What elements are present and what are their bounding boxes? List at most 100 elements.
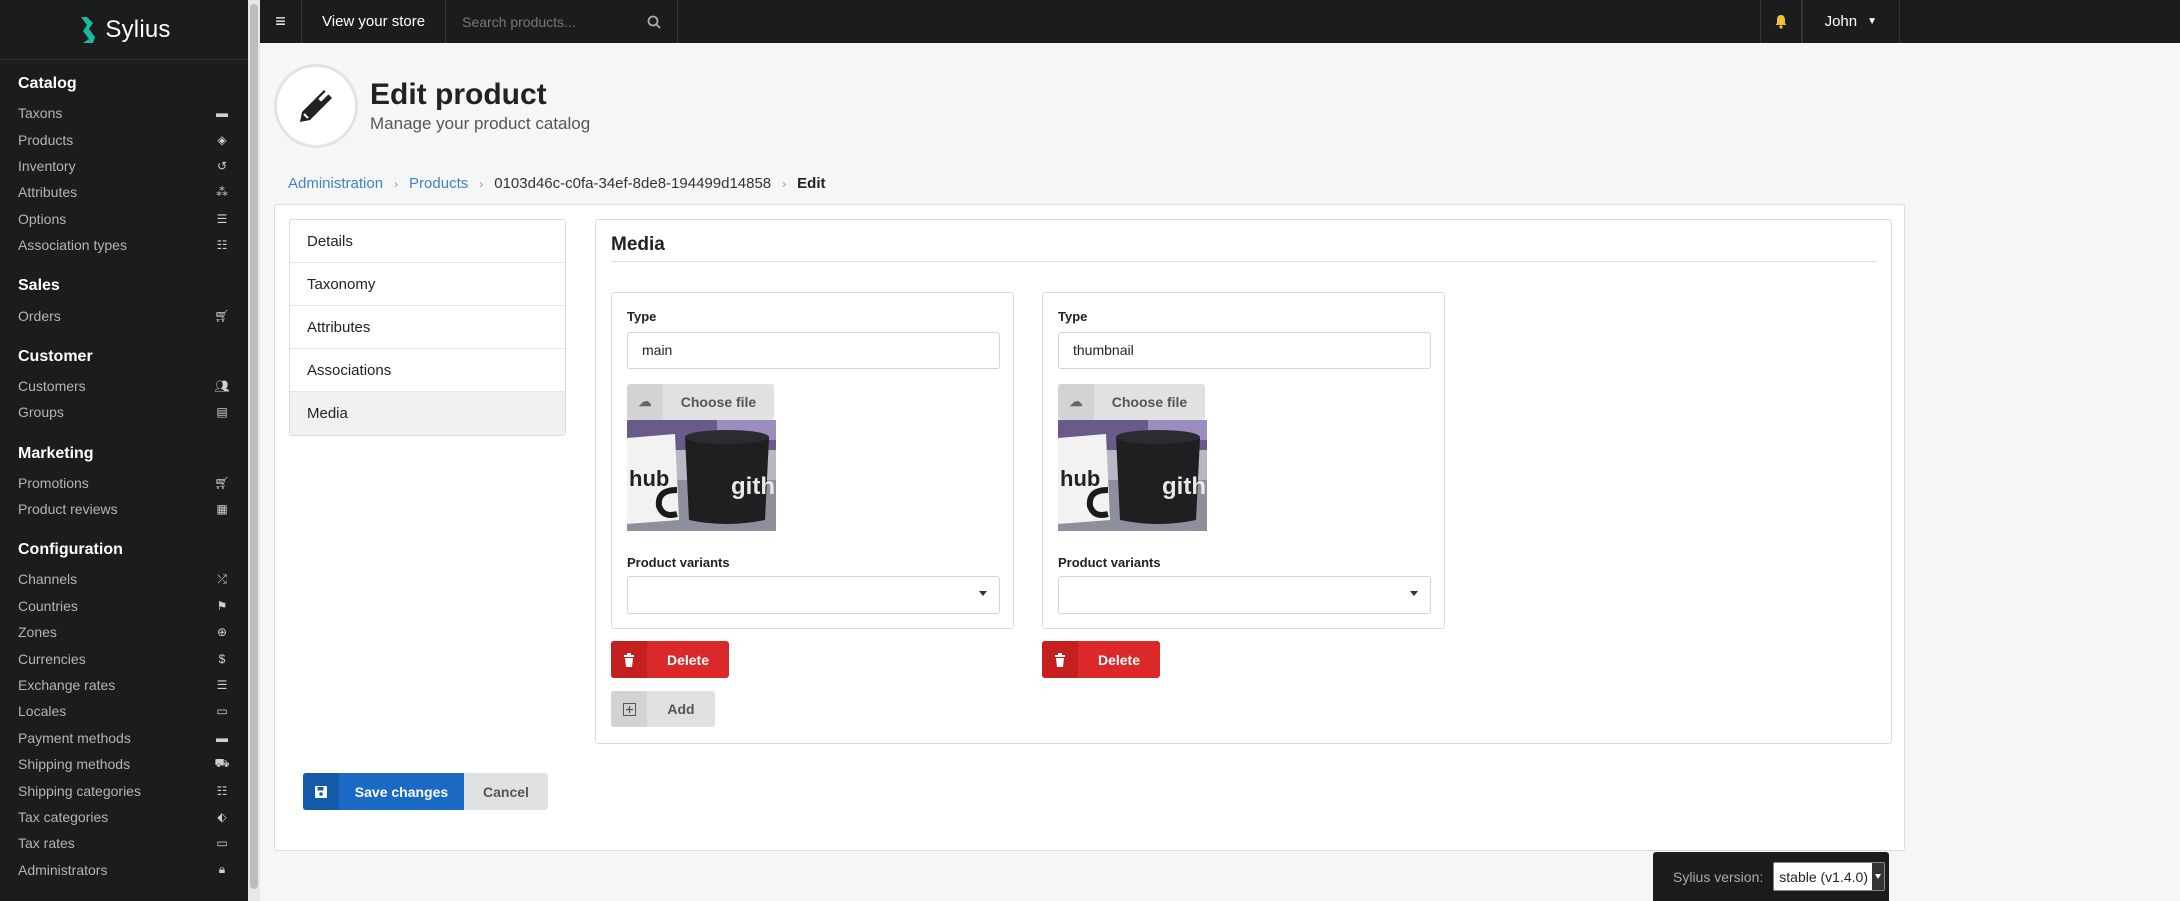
scrollbar-thumb[interactable] <box>250 4 258 889</box>
sidebar-item-product-reviews[interactable]: Product reviews ▦ <box>18 496 230 522</box>
logo[interactable]: Sylius <box>0 0 248 60</box>
sliders-icon: ☰ <box>216 678 228 693</box>
choose-file-button[interactable]: ☁ Choose file <box>1058 384 1205 420</box>
product-variants-select[interactable] <box>627 576 1000 614</box>
sidebar-item-countries[interactable]: Countries ⚑ <box>18 593 230 619</box>
trash-icon <box>611 641 647 678</box>
type-label: Type <box>1058 309 1088 324</box>
sidebar-item-customers[interactable]: Customers 👥︎ <box>18 373 230 399</box>
cloud-upload-icon: ☁ <box>1058 384 1094 420</box>
sidebar-item-label: Countries <box>18 597 78 614</box>
product-form: Details Taxonomy Attributes Associations… <box>274 204 1905 851</box>
newspaper-icon: ▦ <box>216 502 228 517</box>
sidebar-item-label: Groups <box>18 404 64 421</box>
delete-image-button[interactable]: Delete <box>1042 641 1160 678</box>
sidebar-item-payment-methods[interactable]: Payment methods ▬ <box>18 725 230 751</box>
sidebar-item-locales[interactable]: Locales ▭ <box>18 698 230 724</box>
sidebar-menu: Catalog Taxons ▬ Products ◈ Inventory ↺ Att… <box>0 72 248 883</box>
sidebar-item-products[interactable]: Products ◈ <box>18 126 230 152</box>
sidebar-scrollbar[interactable] <box>248 0 260 901</box>
tab-taxonomy[interactable]: Taxonomy <box>290 263 565 306</box>
search-input[interactable]: Search products... <box>446 0 679 43</box>
dollar-icon: $ <box>218 651 226 666</box>
sidebar-item-exchange-rates[interactable]: Exchange rates ☰ <box>18 672 230 698</box>
breadcrumb-products[interactable]: Products <box>409 175 468 192</box>
menu-toggle-icon[interactable]: ≡ <box>260 0 302 43</box>
choose-file-button[interactable]: ☁ Choose file <box>627 384 774 420</box>
money-icon: ▭ <box>216 836 228 851</box>
media-panel: Media Type main ☁ Choose file hub gith P… <box>595 219 1892 744</box>
cancel-button[interactable]: Cancel <box>464 773 548 810</box>
product-variants-select[interactable] <box>1058 576 1431 614</box>
section-customer: Customer <box>18 347 93 365</box>
list-icon: ☷ <box>216 783 228 798</box>
view-store-link[interactable]: View your store <box>302 0 447 43</box>
sidebar-item-label: Shipping categories <box>18 782 141 799</box>
media-title: Media <box>611 234 665 255</box>
sidebar-item-options[interactable]: Options ☰ <box>18 206 230 232</box>
sidebar-item-groups[interactable]: Groups ▤ <box>18 399 230 425</box>
tab-attributes[interactable]: Attributes <box>290 306 565 349</box>
form-tabs: Details Taxonomy Attributes Associations… <box>289 219 566 436</box>
random-icon: ⤮ <box>217 571 227 586</box>
save-label: Save changes <box>354 783 449 800</box>
search-placeholder: Search products... <box>462 13 576 30</box>
sidebar-item-zones[interactable]: Zones ⊕ <box>18 619 230 645</box>
sidebar-item-administrators[interactable]: Administrators 🔒︎ <box>18 857 230 883</box>
topbar-right: John ▼ <box>1759 0 1900 43</box>
type-input[interactable]: thumbnail <box>1058 332 1431 369</box>
page-title: Edit product <box>370 78 547 111</box>
breadcrumb-administration[interactable]: Administration <box>288 175 383 192</box>
svg-text:gith: gith <box>731 473 775 500</box>
cubes-icon: ⁂ <box>216 185 228 200</box>
save-changes-button[interactable]: Save changes <box>303 773 464 810</box>
page-subtitle: Manage your product catalog <box>370 114 591 133</box>
tab-details[interactable]: Details <box>290 220 565 263</box>
list-icon: ☷ <box>216 238 228 253</box>
sidebar-item-tax-rates[interactable]: Tax rates ▭ <box>18 830 230 856</box>
tab-associations[interactable]: Associations <box>290 349 565 392</box>
sidebar-item-label: Tax rates <box>18 835 75 852</box>
cart-plus-icon: 🛒︎ <box>214 475 230 490</box>
sidebar-item-currencies[interactable]: Currencies $ <box>18 645 230 671</box>
globe-icon: ⊕ <box>216 625 228 640</box>
image-card: Type thumbnail ☁ Choose file hub gith Pr… <box>1042 292 1445 629</box>
sidebar-item-promotions[interactable]: Promotions 🛒︎ <box>18 470 230 496</box>
bell-icon[interactable] <box>1759 0 1802 43</box>
sidebar-item-tax-categories[interactable]: Tax categories ⬖ <box>18 804 230 830</box>
delete-label: Delete <box>1097 651 1141 668</box>
sidebar-item-taxons[interactable]: Taxons ▬ <box>18 100 230 126</box>
page-header: Edit product Manage your product catalog <box>274 64 590 148</box>
sidebar-item-association-types[interactable]: Association types ☷ <box>18 232 230 258</box>
choose-file-label: Choose file <box>680 394 757 410</box>
svg-text:hub: hub <box>629 466 669 491</box>
cart-icon: 🛒︎ <box>214 308 230 323</box>
app-name: Sylius <box>105 15 171 43</box>
svg-text:hub: hub <box>1060 466 1100 491</box>
sidebar-item-attributes[interactable]: Attributes ⁂ <box>18 179 230 205</box>
version-select[interactable]: stable (v1.4.0) <box>1773 862 1885 891</box>
sidebar-item-label: Locales <box>18 703 67 720</box>
search-icon[interactable] <box>647 15 661 29</box>
version-bar: Sylius version: stable (v1.4.0) <box>1653 852 1889 901</box>
user-dropdown[interactable]: John ▼ <box>1801 0 1900 43</box>
dropdown-caret-icon <box>979 591 987 596</box>
sidebar-item-channels[interactable]: Channels ⤮ <box>18 566 230 592</box>
sidebar-item-orders[interactable]: Orders 🛒︎ <box>18 302 230 328</box>
sidebar-item-label: Orders <box>18 307 61 324</box>
topbar: ≡ View your store Search products... Joh… <box>260 0 2180 43</box>
sidebar-item-shipping-categories[interactable]: Shipping categories ☷ <box>18 777 230 803</box>
chevron-right-icon: › <box>394 176 399 191</box>
breadcrumb: Administration › Products › 0103d46c-c0f… <box>288 175 826 192</box>
type-input[interactable]: main <box>627 332 1000 369</box>
sidebar: Sylius Catalog Taxons ▬ Products ◈ Invento… <box>0 0 248 901</box>
sidebar-item-label: Shipping methods <box>18 756 131 773</box>
add-label: Add <box>667 701 695 717</box>
svg-text:gith: gith <box>1162 473 1206 500</box>
sidebar-item-inventory[interactable]: Inventory ↺ <box>18 153 230 179</box>
sidebar-item-shipping-methods[interactable]: Shipping methods ⛟ <box>18 751 230 777</box>
archive-icon: ▤ <box>216 405 228 420</box>
tab-media[interactable]: Media <box>290 392 565 435</box>
delete-image-button[interactable]: Delete <box>611 641 729 678</box>
add-image-button[interactable]: Add <box>611 691 715 727</box>
